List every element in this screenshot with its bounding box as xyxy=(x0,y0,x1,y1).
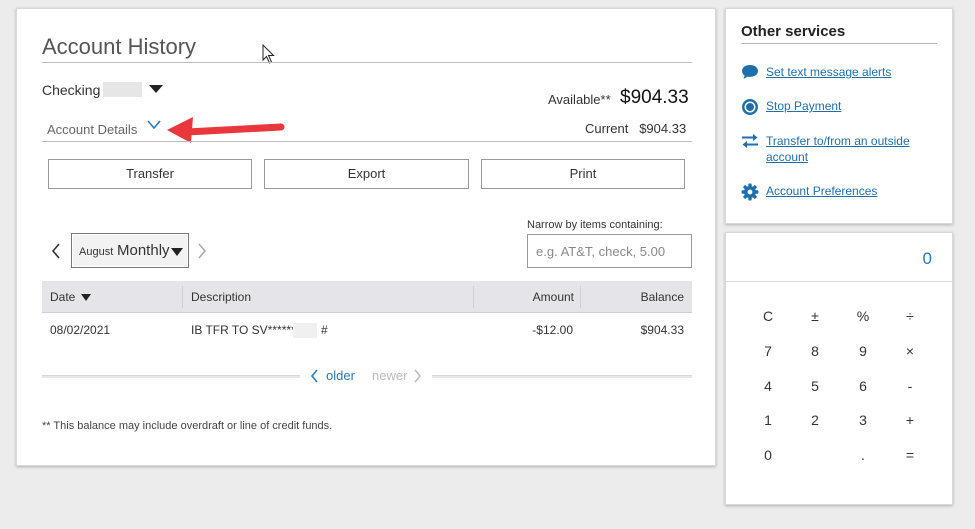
chevron-down-icon[interactable] xyxy=(147,120,161,130)
mouse-cursor-icon xyxy=(262,44,275,64)
calculator-key[interactable]: . xyxy=(843,447,883,463)
account-number-mask xyxy=(103,82,142,97)
calculator-key[interactable]: 4 xyxy=(748,378,788,394)
calculator-key[interactable]: ÷ xyxy=(890,308,930,324)
period-dropdown[interactable]: August Monthly xyxy=(71,233,189,268)
calculator-key[interactable]: % xyxy=(843,308,883,324)
available-balance-value: $904.33 xyxy=(620,87,689,108)
period-frequency: Monthly xyxy=(117,242,170,259)
row-date: 08/02/2021 xyxy=(50,323,111,337)
transfer-button[interactable]: Transfer xyxy=(48,159,252,189)
balance-footnote: ** This balance may include overdraft or… xyxy=(42,420,333,432)
service-label[interactable]: Stop Payment xyxy=(766,98,926,114)
current-balance-value: $904.33 xyxy=(639,121,687,136)
calculator-panel: 0 C ±% ÷ 7 8 9 × 4 5 6- 1 2 3 +0. = xyxy=(725,232,953,505)
export-button[interactable]: Export xyxy=(264,159,469,189)
calculator-key[interactable]: 9 xyxy=(843,343,883,359)
calculator-key[interactable]: - xyxy=(890,378,930,394)
other-services-title: Other services xyxy=(741,23,846,40)
calculator-key[interactable]: × xyxy=(890,343,930,359)
period-month: August xyxy=(79,246,114,258)
row-description: IB TFR TO SV****** xyxy=(191,323,296,337)
current-balance-label: Current xyxy=(585,121,629,136)
account-selector-label: Checking xyxy=(42,82,101,98)
column-header-date[interactable]: Date xyxy=(50,290,75,304)
calculator-key[interactable]: = xyxy=(890,447,930,463)
pager-divider xyxy=(42,375,300,378)
row-description-suffix: # xyxy=(321,323,328,337)
page-title: Account History xyxy=(42,34,197,59)
calculator-display-value: 0 xyxy=(922,249,932,268)
sort-caret-icon[interactable] xyxy=(81,294,91,301)
column-separator xyxy=(580,286,581,308)
column-header-balance: Balance xyxy=(640,290,684,304)
chevron-right-icon xyxy=(414,369,422,383)
annotation-arrow-icon xyxy=(167,117,285,143)
chevron-left-icon[interactable] xyxy=(310,369,319,383)
other-services-divider xyxy=(741,43,937,44)
column-separator xyxy=(182,286,183,308)
column-separator xyxy=(473,286,474,308)
service-label[interactable]: Account Preferences xyxy=(766,183,926,199)
available-balance-label: Available** xyxy=(548,92,611,107)
calculator-key[interactable]: 5 xyxy=(795,378,835,394)
newer-link: newer xyxy=(372,368,408,383)
calculator-key[interactable]: 6 xyxy=(843,378,883,394)
table-header: Date Description Amount Balance xyxy=(42,281,692,313)
calculator-key[interactable]: 8 xyxy=(795,343,835,359)
chevron-left-icon[interactable] xyxy=(51,243,61,259)
calculator-key[interactable]: 3 xyxy=(843,412,883,428)
account-history-panel: Account History Checking Available** $90… xyxy=(16,8,716,466)
calculator-key[interactable]: 2 xyxy=(795,412,835,428)
gear-icon xyxy=(741,183,759,201)
caret-down-icon[interactable] xyxy=(149,85,163,93)
current-balance: Current $904.33 xyxy=(585,121,686,136)
account-details-toggle[interactable]: Account Details xyxy=(47,122,137,137)
column-header-description: Description xyxy=(191,290,252,304)
calculator-key[interactable]: 0 xyxy=(748,447,788,463)
calculator-key[interactable]: C xyxy=(748,308,788,324)
table-row[interactable]: 08/02/2021 IB TFR TO SV****** # -$12.00 … xyxy=(42,314,692,346)
other-services-panel: Other services Set text message alerts S… xyxy=(725,8,953,224)
pager-divider xyxy=(432,375,692,378)
column-header-amount: Amount xyxy=(532,290,574,304)
calculator-display: 0 xyxy=(726,233,952,282)
service-label[interactable]: Transfer to/from an outside account xyxy=(766,133,926,165)
row-amount: -$12.00 xyxy=(532,323,573,337)
chat-bubble-icon xyxy=(742,65,758,79)
stop-circle-icon xyxy=(742,99,758,115)
print-button[interactable]: Print xyxy=(481,159,685,189)
chevron-right-icon xyxy=(198,243,207,259)
calculator-key[interactable]: 1 xyxy=(748,412,788,428)
caret-down-icon xyxy=(171,248,183,256)
older-link[interactable]: older xyxy=(326,368,355,383)
transfer-arrows-icon xyxy=(742,134,758,148)
title-divider xyxy=(42,62,692,63)
row-balance: $904.33 xyxy=(640,323,684,337)
account-number-mask xyxy=(293,323,317,338)
filter-label: Narrow by items containing: xyxy=(527,219,663,231)
calculator-key[interactable]: 7 xyxy=(748,343,788,359)
calculator-key[interactable]: + xyxy=(890,412,930,428)
filter-input[interactable] xyxy=(527,234,692,268)
calculator-key[interactable]: ± xyxy=(795,308,835,324)
service-label[interactable]: Set text message alerts xyxy=(766,64,926,80)
details-divider xyxy=(42,141,692,142)
